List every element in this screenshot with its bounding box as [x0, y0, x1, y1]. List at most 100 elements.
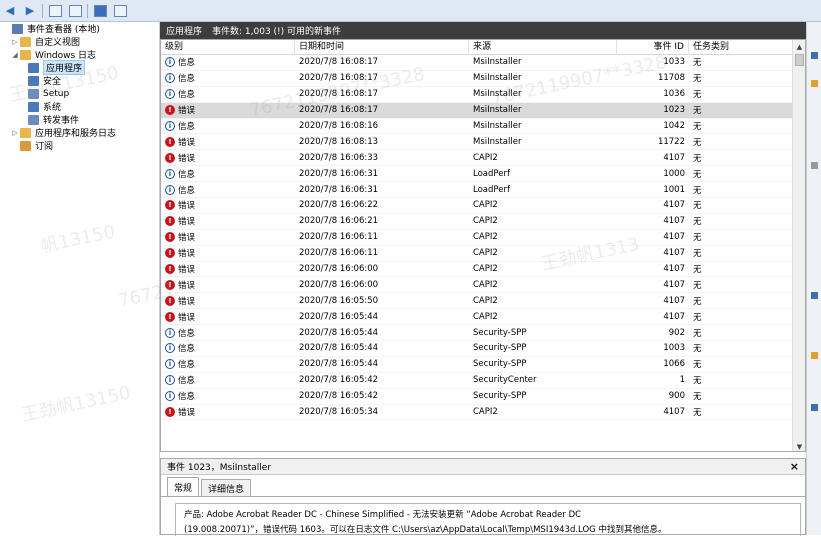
table-row[interactable]: ! 错误 2020/7/8 16:06:11 CAPI2 4107 无	[161, 246, 805, 262]
log-folder-icon	[20, 49, 31, 60]
table-row[interactable]: ! 错误 2020/7/8 16:06:21 CAPI2 4107 无	[161, 214, 805, 230]
table-row[interactable]: ! 错误 2020/7/8 16:06:00 CAPI2 4107 无	[161, 262, 805, 278]
table-row[interactable]: i 信息 2020/7/8 16:05:42 Security-SPP 900 无	[161, 389, 805, 405]
cell-level-text: 错误	[178, 137, 196, 148]
table-row[interactable]: ! 错误 2020/7/8 16:08:17 MsiInstaller 1023 无	[161, 102, 805, 119]
expand-arrow-icon[interactable]: ▷	[10, 38, 20, 46]
tree-item[interactable]: 安全	[0, 74, 159, 87]
scroll-down-icon[interactable]: ▼	[793, 440, 805, 451]
column-header-task[interactable]: 任务类别	[689, 40, 799, 55]
console-icon[interactable]	[67, 4, 83, 18]
error-icon: !	[165, 232, 175, 243]
cell-source: CAPI2	[473, 152, 498, 163]
action-icon[interactable]	[811, 352, 818, 359]
table-row[interactable]: i 信息 2020/7/8 16:06:31 LoadPerf 1000 无	[161, 166, 805, 183]
help-icon[interactable]	[92, 4, 108, 18]
cell-level: i 信息	[161, 168, 295, 180]
table-row[interactable]: i 信息 2020/7/8 16:06:31 LoadPerf 1001 无	[161, 182, 805, 199]
scroll-up-icon[interactable]: ▲	[793, 40, 805, 53]
expand-arrow-icon[interactable]: ▷	[10, 129, 20, 137]
table-row[interactable]: i 信息 2020/7/8 16:08:17 MsiInstaller 11708 无	[161, 71, 805, 87]
action-icon[interactable]	[811, 292, 818, 299]
table-row[interactable]: ! 错误 2020/7/8 16:08:13 MsiInstaller 11722 无	[161, 134, 805, 151]
table-row[interactable]: ! 错误 2020/7/8 16:05:44 CAPI2 4107 无	[161, 309, 805, 326]
cell-event-id: 1023	[663, 105, 685, 116]
error-icon: !	[165, 105, 175, 116]
column-header-source[interactable]: 来源	[469, 40, 617, 55]
table-row[interactable]: ! 错误 2020/7/8 16:05:34 CAPI2 4107 无	[161, 405, 805, 421]
pane-title: 应用程序	[166, 27, 203, 37]
action-icon[interactable]	[811, 80, 818, 87]
tree-item[interactable]: 事件查看器 (本地)	[0, 22, 159, 35]
cell-event-id: 902	[668, 327, 685, 338]
table-row[interactable]: i 信息 2020/7/8 16:05:44 Security-SPP 1066 无	[161, 357, 805, 373]
action-icon[interactable]	[811, 52, 818, 59]
cell-source: CAPI2	[473, 248, 498, 259]
cell-event-id: 900	[668, 391, 685, 402]
cell-task: 无	[693, 90, 702, 101]
cell-task: 无	[693, 169, 702, 180]
close-icon[interactable]: ×	[790, 460, 799, 473]
table-row[interactable]: i 信息 2020/7/8 16:05:44 Security-SPP 902 无	[161, 325, 805, 342]
back-arrow-icon[interactable]: ◀	[2, 4, 18, 18]
cell-task: 无	[693, 249, 702, 260]
cell-date: 2020/7/8 16:08:17	[299, 105, 379, 116]
cell-event-id: 4107	[663, 216, 685, 227]
cell-source: Security-SPP	[473, 343, 527, 354]
cell-task: 无	[693, 280, 702, 291]
table-row[interactable]: i 信息 2020/7/8 16:05:42 SecurityCenter 1 无	[161, 373, 805, 389]
tree-item[interactable]: Setup	[0, 87, 159, 100]
tab-general[interactable]: 常规	[167, 477, 200, 496]
cell-level: ! 错误	[161, 152, 295, 164]
cell-level-text: 信息	[178, 90, 196, 101]
table-header: 级别 日期和时间 来源 事件 ID 任务类别	[161, 40, 805, 55]
cell-level: ! 错误	[161, 199, 295, 211]
action-icon[interactable]	[811, 404, 818, 411]
forward-arrow-icon[interactable]: ▶	[22, 4, 38, 18]
table-row[interactable]: i 信息 2020/7/8 16:08:16 MsiInstaller 1042 无	[161, 119, 805, 135]
cell-date: 2020/7/8 16:06:21	[299, 216, 379, 227]
tree-item[interactable]: 转发事件	[0, 113, 159, 126]
cell-date: 2020/7/8 16:05:42	[299, 391, 379, 402]
properties-icon[interactable]	[47, 4, 63, 18]
table-row[interactable]: ! 错误 2020/7/8 16:06:22 CAPI2 4107 无	[161, 198, 805, 214]
cell-source: MsiInstaller	[473, 73, 522, 84]
info-icon: i	[165, 343, 175, 354]
tree-item-label: 安全	[43, 77, 62, 87]
tab-details[interactable]: 详细信息	[201, 479, 252, 496]
tree-item[interactable]: ▷ 应用程序和服务日志	[0, 126, 159, 139]
column-header-level[interactable]: 级别	[161, 40, 295, 55]
log-folder-icon	[28, 114, 39, 125]
toolbar-separator	[87, 3, 88, 18]
info-icon: i	[165, 121, 175, 131]
event-detail-panel: 事件 1023，MsiInstaller × 常规 详细信息 产品: Adobe…	[160, 458, 806, 536]
table-row[interactable]: i 信息 2020/7/8 16:08:17 MsiInstaller 1033 无	[161, 55, 805, 71]
cell-date: 2020/7/8 16:06:31	[299, 168, 379, 179]
detail-line-2: (19.008.20071)”，错误代码 1603。可以在日志文件 C:\Use…	[184, 525, 667, 535]
action-icon[interactable]	[811, 162, 818, 169]
cell-date: 2020/7/8 16:06:33	[299, 152, 379, 163]
column-header-date[interactable]: 日期和时间	[295, 40, 469, 55]
table-row[interactable]: i 信息 2020/7/8 16:05:44 Security-SPP 1003 无	[161, 341, 805, 357]
table-row[interactable]: i 信息 2020/7/8 16:08:17 MsiInstaller 1036 无	[161, 87, 805, 103]
cell-event-id: 1036	[663, 89, 685, 100]
table-row[interactable]: ! 错误 2020/7/8 16:05:50 CAPI2 4107 无	[161, 293, 805, 310]
scroll-thumb[interactable]	[795, 54, 804, 66]
tree-item[interactable]: 应用程序	[0, 60, 159, 75]
cell-date: 2020/7/8 16:05:50	[299, 295, 379, 306]
expand-arrow-icon[interactable]: ◢	[10, 51, 20, 59]
cell-date: 2020/7/8 16:05:42	[299, 375, 379, 386]
vertical-scrollbar[interactable]: ▲ ▼	[792, 40, 805, 451]
table-row[interactable]: ! 错误 2020/7/8 16:06:33 CAPI2 4107 无	[161, 150, 805, 167]
cell-level: ! 错误	[161, 136, 295, 148]
cell-source: MsiInstaller	[473, 105, 522, 116]
tree-item[interactable]: 系统	[0, 100, 159, 113]
toolbar-separator	[42, 3, 43, 18]
cell-source: CAPI2	[473, 407, 498, 418]
column-header-event-id[interactable]: 事件 ID	[617, 40, 689, 55]
table-row[interactable]: ! 错误 2020/7/8 16:06:11 CAPI2 4107 无	[161, 230, 805, 246]
window-icon[interactable]	[112, 4, 128, 18]
tree-item[interactable]: 订阅	[0, 139, 159, 152]
tree-item[interactable]: ▷ 自定义视图	[0, 35, 159, 48]
table-row[interactable]: ! 错误 2020/7/8 16:06:00 CAPI2 4107 无	[161, 277, 805, 294]
